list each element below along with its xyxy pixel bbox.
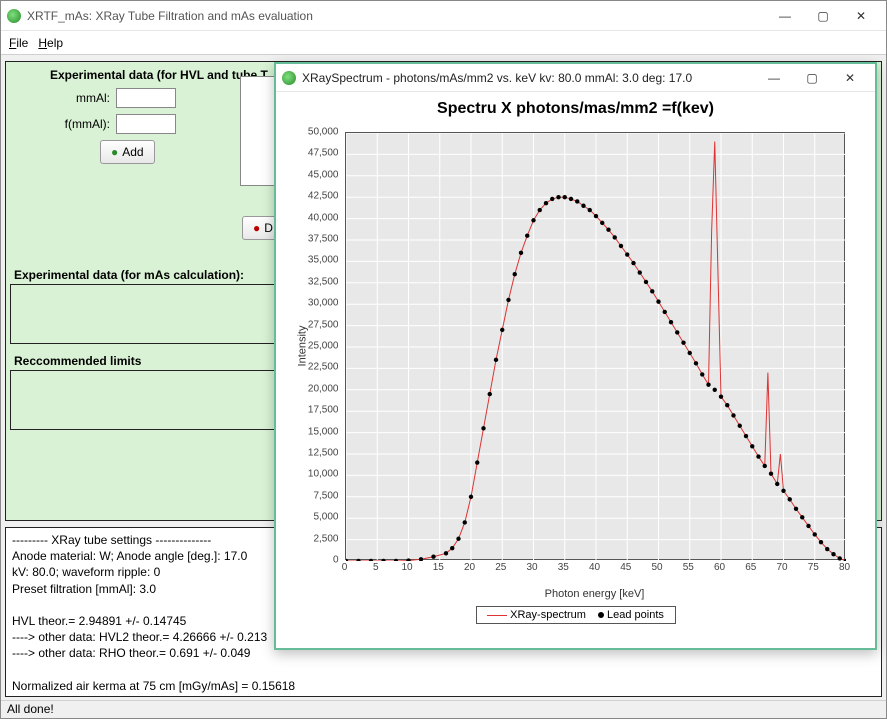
plus-icon: ● <box>111 145 118 159</box>
menubar: File Help <box>1 31 886 55</box>
spectrum-window[interactable]: XRaySpectrum - photons/mAs/mm2 vs. keV k… <box>274 62 877 650</box>
legend-line-label: XRay-spectrum <box>510 609 586 621</box>
add-button[interactable]: ●Add <box>100 140 155 164</box>
spectrum-title: XRaySpectrum - photons/mAs/mm2 vs. keV k… <box>302 71 755 85</box>
chart-plotarea <box>345 132 845 560</box>
legend-line-swatch <box>487 615 507 616</box>
legend-dot-swatch <box>598 612 604 618</box>
chart-plot: Intensity 02,5005,0007,50010,00012,50015… <box>291 122 861 602</box>
chart-xlabel: Photon energy [keV] <box>345 588 845 600</box>
status-text: All done! <box>7 702 54 716</box>
app-icon <box>7 9 21 23</box>
spectrum-app-icon <box>282 71 296 85</box>
fmmAl-input[interactable] <box>116 114 176 134</box>
menu-file[interactable]: File <box>9 36 28 50</box>
chart-yticks: 02,5005,0007,50010,00012,50015,00017,500… <box>291 132 343 560</box>
spec-minimize-button[interactable]: — <box>755 66 793 90</box>
chart-wrap: Spectru X photons/mas/mm2 =f(kev) Intens… <box>276 92 875 628</box>
minus-icon: ● <box>253 221 260 235</box>
main-titlebar[interactable]: XRTF_mAs: XRay Tube Filtration and mAs e… <box>1 1 886 31</box>
chart-xticks: 05101520253035404550556065707580 <box>345 562 845 578</box>
fmmAl-label: f(mmAl): <box>50 117 110 131</box>
close-button[interactable]: ✕ <box>842 4 880 28</box>
chart-svg <box>346 133 846 561</box>
mmAl-input[interactable] <box>116 88 176 108</box>
menu-help[interactable]: Help <box>38 36 63 50</box>
spectrum-titlebar[interactable]: XRaySpectrum - photons/mAs/mm2 vs. keV k… <box>276 64 875 92</box>
spec-close-button[interactable]: ✕ <box>831 66 869 90</box>
chart-title: Spectru X photons/mas/mm2 =f(kev) <box>280 100 871 118</box>
mmAl-label: mmAl: <box>50 91 110 105</box>
main-title: XRTF_mAs: XRay Tube Filtration and mAs e… <box>27 9 313 23</box>
legend-pts-label: Lead points <box>607 609 664 621</box>
spec-maximize-button[interactable]: ▢ <box>793 66 831 90</box>
statusbar: All done! <box>1 700 886 718</box>
chart-legend: XRay-spectrum Lead points <box>476 606 676 624</box>
minimize-button[interactable]: — <box>766 4 804 28</box>
maximize-button[interactable]: ▢ <box>804 4 842 28</box>
